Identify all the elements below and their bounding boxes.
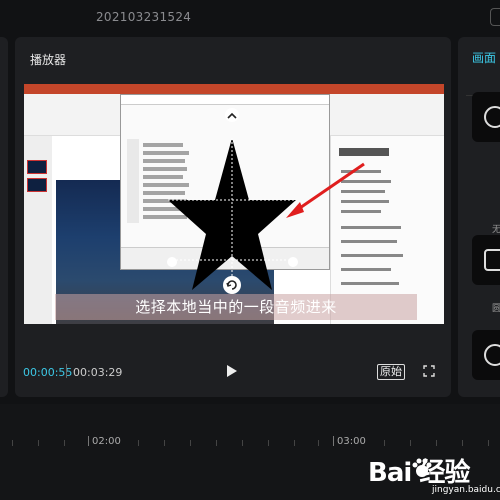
mask-item-circle[interactable] [472, 235, 500, 285]
ruler-tick [268, 440, 269, 446]
ruler-tick [384, 440, 385, 446]
baidu-watermark: Bai 经验 jingyan.baidu.com [340, 452, 500, 500]
ruler-tick [318, 440, 319, 446]
mask-item-none[interactable] [472, 92, 500, 142]
total-time: 00:03:29 [73, 366, 123, 379]
ruler-tick [410, 440, 411, 446]
ruler-tick [138, 440, 139, 446]
resize-handle-right[interactable] [288, 257, 298, 267]
window-corner-button[interactable] [490, 8, 500, 26]
heart-mask-icon [484, 344, 500, 366]
circle-mask-icon [484, 249, 500, 271]
ruler-label-3min: 03:00 [337, 436, 366, 447]
mask-item-none-label: 无 [492, 225, 500, 235]
mask-item-circle-label: 圆 [492, 304, 500, 314]
properties-panel: 画面 无 圆 [458, 37, 500, 397]
watermark-text: Bai 经验 [368, 458, 470, 488]
ruler-tick [216, 440, 217, 446]
play-icon[interactable] [227, 365, 237, 377]
resize-handle-left[interactable] [167, 257, 177, 267]
chevron-up-icon[interactable] [225, 108, 239, 122]
ruler-tick [488, 440, 489, 446]
ruler-tick [190, 440, 191, 446]
watermark-url: jingyan.baidu.com [432, 485, 500, 495]
time-divider [66, 364, 67, 378]
ruler-major-tick [88, 436, 89, 446]
ruler-tick [38, 440, 39, 446]
top-bar: 202103231524 [0, 0, 500, 36]
ruler-tick [294, 440, 295, 446]
ruler-tick [12, 440, 13, 446]
video-preview[interactable] [24, 84, 444, 324]
fullscreen-icon[interactable] [423, 365, 435, 377]
subtitle-caption: 选择本地当中的一段音频进来 [55, 294, 417, 320]
ruler-tick [462, 440, 463, 446]
media-panel-edge [0, 37, 8, 397]
project-name: 202103231524 [96, 10, 192, 24]
ruler-tick [436, 440, 437, 446]
ruler-major-tick [333, 436, 334, 446]
none-mask-icon [484, 106, 500, 128]
app-window: 202103231524 播放器 画面 无 圆 选择本地当中的一段音频进来 00… [0, 0, 500, 500]
ruler-tick [164, 440, 165, 446]
ruler-tick [64, 440, 65, 446]
ratio-button[interactable]: 原始 [377, 364, 405, 380]
rotate-icon[interactable] [223, 276, 241, 294]
ruler-label-2min: 02:00 [92, 436, 121, 447]
player-title: 播放器 [30, 53, 67, 67]
tab-picture[interactable]: 画面 [472, 49, 496, 66]
mask-item-heart[interactable] [472, 330, 500, 380]
ruler-tick [242, 440, 243, 446]
current-time: 00:00:55 [23, 366, 73, 379]
